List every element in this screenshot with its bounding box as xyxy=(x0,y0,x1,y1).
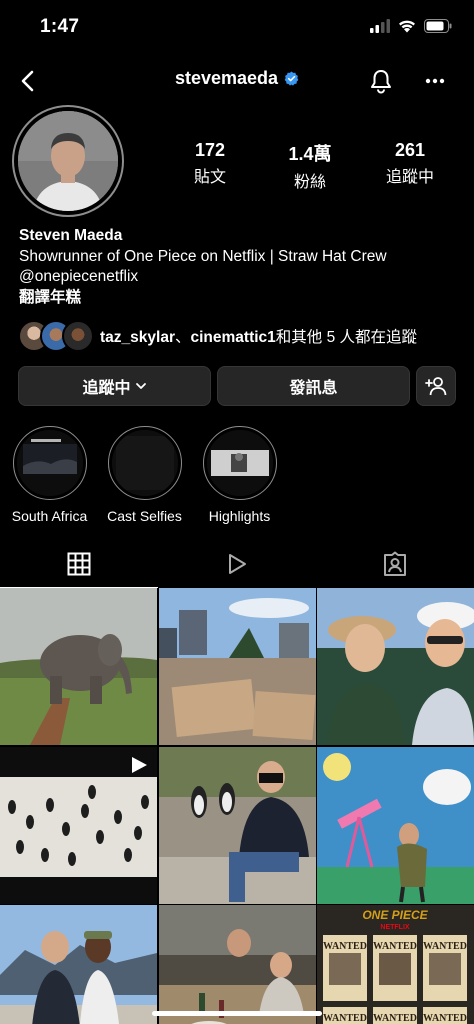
posts-grid: ONE PIECE NETFLIX WANTED WANTED WANTED W… xyxy=(0,588,474,1024)
suggested-users-button[interactable] xyxy=(416,366,456,406)
verified-badge-icon xyxy=(284,71,299,86)
chevron-down-icon xyxy=(135,383,146,389)
post-thumbnail[interactable] xyxy=(158,746,316,904)
stat-following[interactable]: 261 追蹤中 xyxy=(360,140,460,192)
follower-username: taz_skylar xyxy=(100,329,175,346)
netflix-logo-text: NETFLIX xyxy=(380,924,409,931)
bio-text: Showrunner of One Piece on Netflix | Str… xyxy=(19,247,387,265)
post-thumbnail[interactable] xyxy=(158,905,316,1024)
stat-label: 粉絲 xyxy=(293,174,326,191)
wanted-text: WANTED xyxy=(323,1013,367,1024)
post-thumbnail[interactable]: ONE PIECE NETFLIX WANTED WANTED WANTED W… xyxy=(317,905,474,1024)
profile-actions: 追蹤中 發訊息 xyxy=(18,366,456,406)
wanted-text: WANTED xyxy=(373,941,417,952)
home-indicator[interactable] xyxy=(152,1011,322,1016)
bio-handle-link[interactable]: @onepiecenetflix xyxy=(19,267,459,288)
highlight-ring xyxy=(12,426,87,500)
cellular-signal-icon xyxy=(370,19,390,33)
highlight-cover xyxy=(206,430,273,496)
nav-title: stevemaeda xyxy=(0,68,474,89)
post-thumbnail[interactable] xyxy=(317,746,474,904)
post-thumbnail[interactable] xyxy=(158,588,316,745)
follower-avatars xyxy=(18,320,94,352)
follower-username: cinemattic1 xyxy=(190,329,276,346)
highlight-cast-selfies[interactable]: Cast Selfies xyxy=(107,426,182,524)
post-thumbnail[interactable] xyxy=(0,746,157,904)
stat-value: 172 xyxy=(194,140,226,160)
highlight-highlights[interactable]: Highlights xyxy=(202,426,277,524)
stat-value: 1.4萬 xyxy=(288,144,332,164)
stat-label: 貼文 xyxy=(193,169,226,186)
wanted-text: WANTED xyxy=(323,941,367,952)
tab-tagged[interactable] xyxy=(316,540,474,588)
grid-icon xyxy=(67,552,91,576)
post-thumbnail[interactable] xyxy=(317,588,474,745)
profile-name: Steven Maeda xyxy=(19,227,123,244)
story-highlights: South Africa Cast Selfies Highlights xyxy=(12,426,277,524)
highlight-label: South Africa xyxy=(11,508,88,524)
post-thumbnail[interactable] xyxy=(0,588,157,745)
following-button[interactable]: 追蹤中 xyxy=(18,366,211,406)
highlight-ring xyxy=(107,426,182,500)
wanted-text: WANTED xyxy=(373,1013,417,1024)
highlight-label: Highlights xyxy=(208,508,271,524)
followed-by-text: taz_skylar、cinemattic1和其他 5 人都在追蹤 xyxy=(100,325,417,347)
following-label: 追蹤中 xyxy=(82,380,131,397)
add-user-icon xyxy=(425,377,447,396)
username: stevemaeda xyxy=(174,68,279,88)
translate-bio-link[interactable]: 翻譯年糕 xyxy=(19,288,459,309)
profile-bio: Steven Maeda Showrunner of One Piece on … xyxy=(19,226,459,308)
highlight-south-africa[interactable]: South Africa xyxy=(12,426,87,524)
bell-icon xyxy=(371,70,391,94)
highlight-ring xyxy=(202,426,277,500)
nav-bar: stevemaeda xyxy=(0,56,474,106)
stat-value: 261 xyxy=(394,140,426,160)
avatar xyxy=(62,320,94,352)
reel-play-icon xyxy=(132,756,147,773)
message-button[interactable]: 發訊息 xyxy=(217,366,410,406)
svg-text:ONE PIECE: ONE PIECE xyxy=(362,908,428,922)
profile-avatar-ring[interactable] xyxy=(12,105,124,217)
wanted-text: WANTED xyxy=(423,941,467,952)
status-icons xyxy=(370,19,452,33)
tab-reels[interactable] xyxy=(158,540,316,588)
status-bar: 1:47 xyxy=(0,0,474,56)
wanted-text: WANTED xyxy=(423,1013,467,1024)
stat-posts[interactable]: 172 貼文 xyxy=(160,140,260,192)
more-options-button[interactable] xyxy=(420,66,450,96)
battery-icon xyxy=(424,19,452,33)
tagged-person-icon xyxy=(384,551,406,576)
profile-tabs xyxy=(0,540,474,588)
notifications-button[interactable] xyxy=(366,66,396,96)
highlight-cover xyxy=(111,430,178,496)
profile-avatar xyxy=(18,111,118,211)
separator: 、 xyxy=(174,329,191,346)
more-dots-icon xyxy=(425,78,445,84)
play-icon xyxy=(229,554,246,574)
followed-by-suffix: 和其他 5 人都在追蹤 xyxy=(275,329,418,346)
highlight-label: Cast Selfies xyxy=(107,508,182,524)
status-time: 1:47 xyxy=(40,16,80,37)
highlight-cover xyxy=(16,430,83,496)
profile-stats: 172 貼文 1.4萬 粉絲 261 追蹤中 xyxy=(160,140,460,192)
stat-label: 追蹤中 xyxy=(385,169,434,186)
stat-followers[interactable]: 1.4萬 粉絲 xyxy=(260,140,360,192)
followed-by-row[interactable]: taz_skylar、cinemattic1和其他 5 人都在追蹤 xyxy=(18,320,417,352)
message-label: 發訊息 xyxy=(289,380,338,397)
tab-posts-grid[interactable] xyxy=(0,540,158,588)
post-thumbnail[interactable] xyxy=(0,905,157,1024)
wifi-icon xyxy=(399,20,415,33)
